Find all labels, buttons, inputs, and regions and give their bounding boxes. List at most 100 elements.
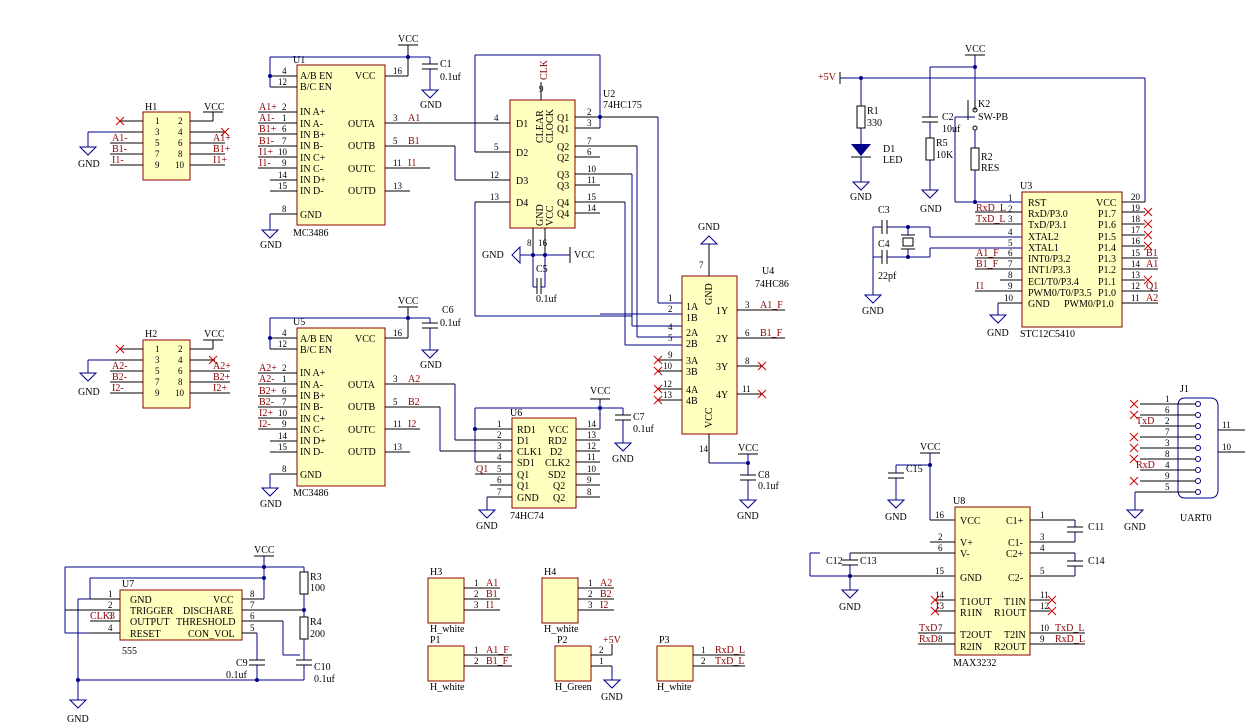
svg-text:13: 13 xyxy=(393,442,403,452)
svg-text:CLK: CLK xyxy=(539,59,550,80)
svg-text:OUTB: OUTB xyxy=(348,141,376,152)
svg-text:A1: A1 xyxy=(408,113,420,124)
svg-text:19: 19 xyxy=(1131,203,1141,213)
svg-text:GND: GND xyxy=(960,573,982,584)
svg-text:VCC: VCC xyxy=(1096,198,1117,209)
svg-text:R4: R4 xyxy=(310,617,322,628)
svg-text:GND: GND xyxy=(704,283,715,305)
svg-text:13: 13 xyxy=(587,430,597,440)
svg-text:OUTD: OUTD xyxy=(348,447,376,458)
svg-text:5: 5 xyxy=(497,464,502,474)
svg-text:IN C-: IN C- xyxy=(300,164,323,175)
svg-text:1: 1 xyxy=(701,645,706,655)
svg-text:6: 6 xyxy=(938,543,943,553)
svg-text:GND: GND xyxy=(78,159,100,170)
svg-text:TRIGGER: TRIGGER xyxy=(130,606,174,617)
svg-text:9: 9 xyxy=(539,84,544,94)
svg-text:A/B EN: A/B EN xyxy=(300,334,333,345)
svg-text:H_white: H_white xyxy=(544,624,579,635)
svg-text:P1.1: P1.1 xyxy=(1098,277,1116,288)
svg-text:VCC: VCC xyxy=(204,329,225,340)
svg-text:1: 1 xyxy=(1165,394,1170,404)
svg-text:P1.3: P1.3 xyxy=(1098,254,1116,265)
svg-text:Q1: Q1 xyxy=(557,124,569,135)
svg-text:D2: D2 xyxy=(550,447,562,458)
svg-text:XTAL2: XTAL2 xyxy=(1028,232,1059,243)
svg-text:2: 2 xyxy=(587,107,592,117)
svg-text:1: 1 xyxy=(1040,510,1045,520)
svg-text:B2: B2 xyxy=(408,397,420,408)
svg-text:VCC: VCC xyxy=(574,250,595,261)
svg-text:3B: 3B xyxy=(686,367,698,378)
svg-text:2: 2 xyxy=(282,363,287,373)
svg-text:B2: B2 xyxy=(600,589,612,600)
svg-text:5: 5 xyxy=(155,366,160,376)
svg-text:IN A-: IN A- xyxy=(300,119,323,130)
svg-text:B1+: B1+ xyxy=(213,144,231,155)
svg-text:IN D+: IN D+ xyxy=(300,175,326,186)
svg-text:0.1uf: 0.1uf xyxy=(536,294,558,305)
svg-text:4: 4 xyxy=(668,322,673,332)
svg-text:4: 4 xyxy=(1040,543,1045,553)
svg-text:IN A-: IN A- xyxy=(300,380,323,391)
svg-text:15: 15 xyxy=(278,181,288,191)
svg-text:8: 8 xyxy=(178,377,183,387)
svg-text:DISCHARE: DISCHARE xyxy=(183,606,233,617)
svg-text:22pf: 22pf xyxy=(878,271,897,282)
svg-text:T1IN: T1IN xyxy=(1004,597,1026,608)
svg-text:5: 5 xyxy=(1008,238,1013,248)
svg-text:6: 6 xyxy=(282,386,287,396)
svg-text:7: 7 xyxy=(155,149,160,159)
svg-text:2Y: 2Y xyxy=(716,334,728,345)
svg-text:10: 10 xyxy=(587,464,597,474)
svg-text:2: 2 xyxy=(474,589,479,599)
svg-text:10uf: 10uf xyxy=(942,124,961,135)
svg-text:14: 14 xyxy=(699,444,709,454)
svg-text:2: 2 xyxy=(108,600,113,610)
svg-text:8: 8 xyxy=(587,487,592,497)
svg-text:13: 13 xyxy=(490,192,500,202)
svg-text:7: 7 xyxy=(282,136,287,146)
svg-text:2: 2 xyxy=(474,656,479,666)
u6-74hc74: U674HC74 RD1D1 CLK1SD1 Q1Q1 GND VCCRD2 D… xyxy=(439,384,611,532)
svg-text:8: 8 xyxy=(1165,449,1170,459)
svg-text:T1OUT: T1OUT xyxy=(960,597,992,608)
svg-text:3: 3 xyxy=(393,374,398,384)
svg-text:H_white: H_white xyxy=(430,682,465,693)
svg-text:A1-: A1- xyxy=(112,133,128,144)
svg-text:VCC: VCC xyxy=(920,442,941,453)
svg-text:3A: 3A xyxy=(686,356,699,367)
svg-text:11: 11 xyxy=(587,175,596,185)
svg-text:3: 3 xyxy=(588,600,593,610)
svg-text:Q1: Q1 xyxy=(1146,281,1158,292)
svg-text:7: 7 xyxy=(250,600,255,610)
svg-text:P1.0: P1.0 xyxy=(1098,288,1116,299)
svg-text:0.1uf: 0.1uf xyxy=(226,670,248,681)
svg-text:18: 18 xyxy=(1131,214,1141,224)
svg-text:2: 2 xyxy=(282,102,287,112)
svg-text:9: 9 xyxy=(155,160,160,170)
svg-text:15: 15 xyxy=(1131,248,1141,258)
svg-text:7: 7 xyxy=(1008,259,1013,269)
svg-text:16: 16 xyxy=(538,238,548,248)
svg-text:H2: H2 xyxy=(145,329,157,340)
svg-text:4: 4 xyxy=(282,328,287,338)
svg-text:C14: C14 xyxy=(1088,556,1105,567)
svg-text:4: 4 xyxy=(282,66,287,76)
svg-text:P3: P3 xyxy=(659,635,670,646)
svg-text:B1: B1 xyxy=(408,136,420,147)
svg-text:2A: 2A xyxy=(686,328,699,339)
svg-text:TxD_L: TxD_L xyxy=(976,214,1005,225)
svg-text:CLOCK: CLOCK xyxy=(545,108,556,143)
svg-text:4: 4 xyxy=(497,452,502,462)
svg-text:11: 11 xyxy=(1222,420,1231,430)
svg-text:RxD: RxD xyxy=(919,634,938,645)
svg-text:10: 10 xyxy=(587,164,597,174)
svg-text:8: 8 xyxy=(250,589,255,599)
svg-text:UART0: UART0 xyxy=(1180,513,1212,524)
svg-text:C15: C15 xyxy=(906,464,923,475)
svg-text:R2OUT: R2OUT xyxy=(994,642,1026,653)
svg-text:H3: H3 xyxy=(430,567,442,578)
svg-text:STC12C5410: STC12C5410 xyxy=(1020,329,1075,340)
svg-text:A/B EN: A/B EN xyxy=(300,71,333,82)
